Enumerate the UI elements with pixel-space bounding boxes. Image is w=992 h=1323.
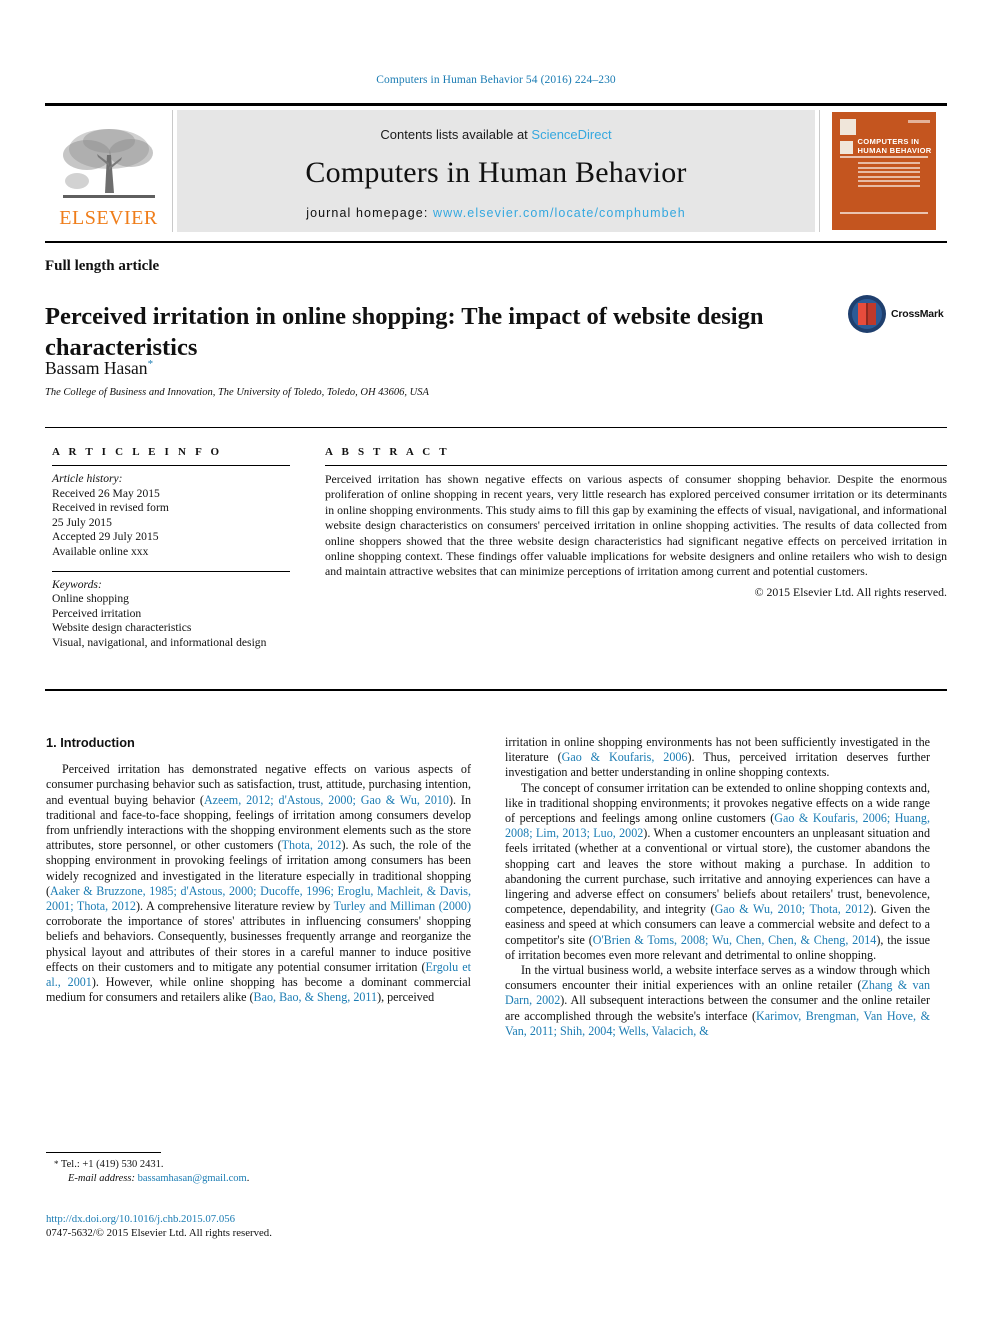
journal-band: Contents lists available at ScienceDirec… (177, 110, 815, 232)
abstract-text: Perceived irritation has shown negative … (325, 472, 947, 579)
cover-title: COMPUTERS IN HUMAN BEHAVIOR (858, 137, 932, 155)
abstract-block: A B S T R A C T Perceived irritation has… (325, 446, 947, 600)
sciencedirect-link[interactable]: ScienceDirect (531, 127, 611, 142)
journal-masthead: ELSEVIER Contents lists available at Sci… (45, 103, 947, 232)
elsevier-wordmark: ELSEVIER (59, 207, 158, 229)
body-paragraph: In the virtual business world, a website… (505, 963, 930, 1039)
body-paragraph: The concept of consumer irritation can b… (505, 781, 930, 963)
email-link[interactable]: bassamhasan@gmail.com (138, 1173, 247, 1184)
citation-link[interactable]: Thota, 2012 (282, 838, 342, 852)
author-footnote-mark[interactable]: * (148, 358, 154, 370)
cover-rule-bottom (839, 212, 928, 214)
journal-cover-thumbnail: COMPUTERS IN HUMAN BEHAVIOR (819, 110, 947, 232)
paper-page: Computers in Human Behavior 54 (2016) 22… (0, 0, 992, 1323)
body-column-left: 1. Introduction Perceived irritation has… (46, 735, 471, 1005)
cover-top-rule (907, 120, 930, 123)
masthead-bottom-rule (45, 241, 947, 243)
affiliation: The College of Business and Innovation, … (45, 387, 429, 398)
cover-title-line-2: HUMAN BEHAVIOR (857, 146, 932, 155)
body-paragraph: irritation in online shopping environmen… (505, 735, 930, 781)
homepage-url-link[interactable]: www.elsevier.com/locate/comphumbeh (433, 206, 686, 220)
citation-link[interactable]: Bao, Bao, & Sheng, 2011 (254, 990, 378, 1004)
abstract-rule (325, 465, 947, 466)
doi-block: http://dx.doi.org/10.1016/j.chb.2015.07.… (46, 1212, 476, 1240)
history-item: Accepted 29 July 2015 (52, 530, 159, 544)
cover-artwork: COMPUTERS IN HUMAN BEHAVIOR (831, 112, 936, 230)
footnote-rule (46, 1152, 161, 1153)
article-info-heading: A R T I C L E I N F O (52, 446, 223, 458)
cover-text-lines (857, 162, 920, 189)
cover-square-icon (839, 119, 856, 135)
keyword-item: Perceived irritation (52, 606, 142, 620)
cover-rule-top (839, 156, 928, 158)
journal-homepage-line: journal homepage: www.elsevier.com/locat… (306, 206, 686, 220)
abstract-copyright: © 2015 Elsevier Ltd. All rights reserved… (754, 584, 947, 599)
email-label: E-mail address: (68, 1172, 135, 1184)
contents-prefix: Contents lists available at (380, 126, 532, 142)
history-item: Available online xxx (52, 544, 149, 558)
elsevier-logo: ELSEVIER (45, 110, 173, 232)
author-list: Bassam Hasan* (45, 358, 153, 379)
cover-title-line-1: COMPUTERS IN (857, 137, 920, 146)
crossmark-icon (848, 295, 886, 333)
keyword-item: Website design characteristics (52, 621, 192, 635)
info-rule-top (45, 427, 947, 428)
crossmark-badge[interactable]: CrossMark (847, 292, 947, 336)
citation-link[interactable]: Turley and Milliman (2000) (334, 899, 471, 913)
text-run: corroborate the importance of stores' at… (46, 914, 471, 974)
elsevier-tree-icon (62, 129, 155, 198)
citation-link[interactable]: Gao & Wu, 2010; Thota, 2012 (715, 902, 870, 916)
history-item: Received in revised form (52, 501, 169, 515)
contents-available-line: Contents lists available at ScienceDirec… (380, 127, 611, 142)
history-item: Received 26 May 2015 (52, 486, 160, 500)
article-info-rule (52, 465, 290, 466)
footnote-block: * Tel.: +1 (419) 530 2431. E-mail addres… (46, 1152, 471, 1185)
citation-link[interactable]: O'Brien & Toms, 2008; Wu, Chen, Chen, & … (593, 933, 877, 947)
text-run: ), perceived (377, 990, 435, 1005)
issn-copyright-line: 0747-5632/© 2015 Elsevier Ltd. All right… (46, 1227, 272, 1239)
author-name: Bassam Hasan (45, 358, 148, 378)
crossmark-label: CrossMark (891, 308, 944, 320)
article-type-label: Full length article (45, 258, 160, 274)
keyword-item: Visual, navigational, and informational … (52, 635, 267, 649)
email-trailing-period: . (246, 1172, 250, 1184)
citation-link[interactable]: Gao & Koufaris, 2006 (562, 750, 688, 764)
keywords-rule (52, 570, 290, 572)
keywords-label: Keywords: (52, 577, 102, 591)
running-head: Computers in Human Behavior 54 (2016) 22… (376, 74, 616, 86)
keywords-block: Keywords: Online shopping Perceived irri… (52, 578, 290, 651)
section-heading-introduction: 1. Introduction (46, 735, 135, 750)
article-info-block: A R T I C L E I N F O Article history: R… (52, 446, 290, 651)
body-paragraph: Perceived irritation has demonstrated ne… (46, 762, 471, 1005)
keyword-item: Online shopping (52, 592, 129, 606)
doi-link[interactable]: http://dx.doi.org/10.1016/j.chb.2015.07.… (46, 1212, 476, 1226)
citation-link[interactable]: Azeem, 2012; d'Astous, 2000; Gao & Wu, 2… (204, 793, 449, 807)
article-history: Article history: Received 26 May 2015 Re… (52, 472, 290, 560)
history-item: 25 July 2015 (52, 515, 112, 529)
footnote-email: E-mail address: bassamhasan@gmail.com. (46, 1172, 471, 1186)
homepage-label: journal homepage: (306, 205, 429, 220)
cover-square-icon-2 (839, 141, 853, 154)
journal-title: Computers in Human Behavior (305, 155, 687, 189)
footnote-tel: * Tel.: +1 (419) 530 2431. (46, 1158, 471, 1172)
article-history-label: Article history: (52, 472, 123, 485)
info-rule-bottom (45, 689, 947, 691)
text-run: ). A comprehensive literature review by (135, 899, 334, 914)
footnote-tel-text: Tel.: +1 (419) 530 2431. (58, 1159, 164, 1170)
abstract-heading: A B S T R A C T (325, 446, 450, 458)
page-title: Perceived irritation in online shopping:… (45, 303, 764, 362)
body-column-right: irritation in online shopping environmen… (505, 735, 930, 1039)
